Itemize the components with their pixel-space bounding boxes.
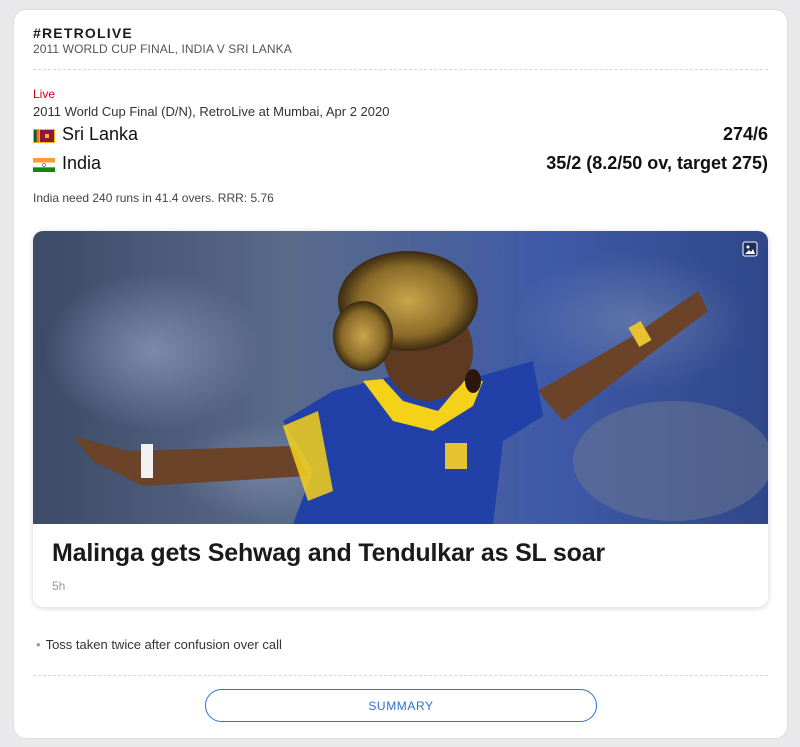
bullet-text: Toss taken twice after confusion over ca… <box>45 637 282 652</box>
team-score: 35/2 (8.2/50 ov, target 275) <box>546 153 768 173</box>
story-card[interactable]: Malinga gets Sehwag and Tendulkar as SL … <box>33 231 768 607</box>
story-photo <box>33 231 768 524</box>
sri-lanka-flag-icon <box>33 129 55 143</box>
story-headline[interactable]: Malinga gets Sehwag and Tendulkar as SL … <box>52 539 605 568</box>
india-flag-icon <box>33 158 55 172</box>
bullet-item[interactable]: • Toss taken twice after confusion over c… <box>36 637 282 652</box>
series-title[interactable]: #RETROLIVE <box>33 25 133 41</box>
story-timestamp: 5h <box>52 579 66 593</box>
match-status-text: India need 240 runs in 41.4 overs. RRR: … <box>33 191 274 205</box>
bullet-dot-icon: • <box>36 637 41 652</box>
image-icon[interactable] <box>742 241 758 257</box>
summary-button[interactable]: SUMMARY <box>205 689 597 722</box>
divider <box>33 675 768 676</box>
team-row-india[interactable]: India 35/2 (8.2/50 ov, target 275) <box>33 153 768 177</box>
team-name: Sri Lanka <box>62 124 139 144</box>
live-badge: Live <box>33 87 56 101</box>
match-card: #RETROLIVE 2011 WORLD CUP FINAL, INDIA V… <box>14 10 787 738</box>
team-row-sri-lanka[interactable]: Sri Lanka 274/6 <box>33 124 768 148</box>
series-subtitle: 2011 WORLD CUP FINAL, INDIA V SRI LANKA <box>33 42 292 56</box>
match-info: 2011 World Cup Final (D/N), RetroLive at… <box>33 104 390 119</box>
divider <box>33 69 768 70</box>
team-score: 274/6 <box>722 124 768 144</box>
team-name: India <box>62 153 102 173</box>
